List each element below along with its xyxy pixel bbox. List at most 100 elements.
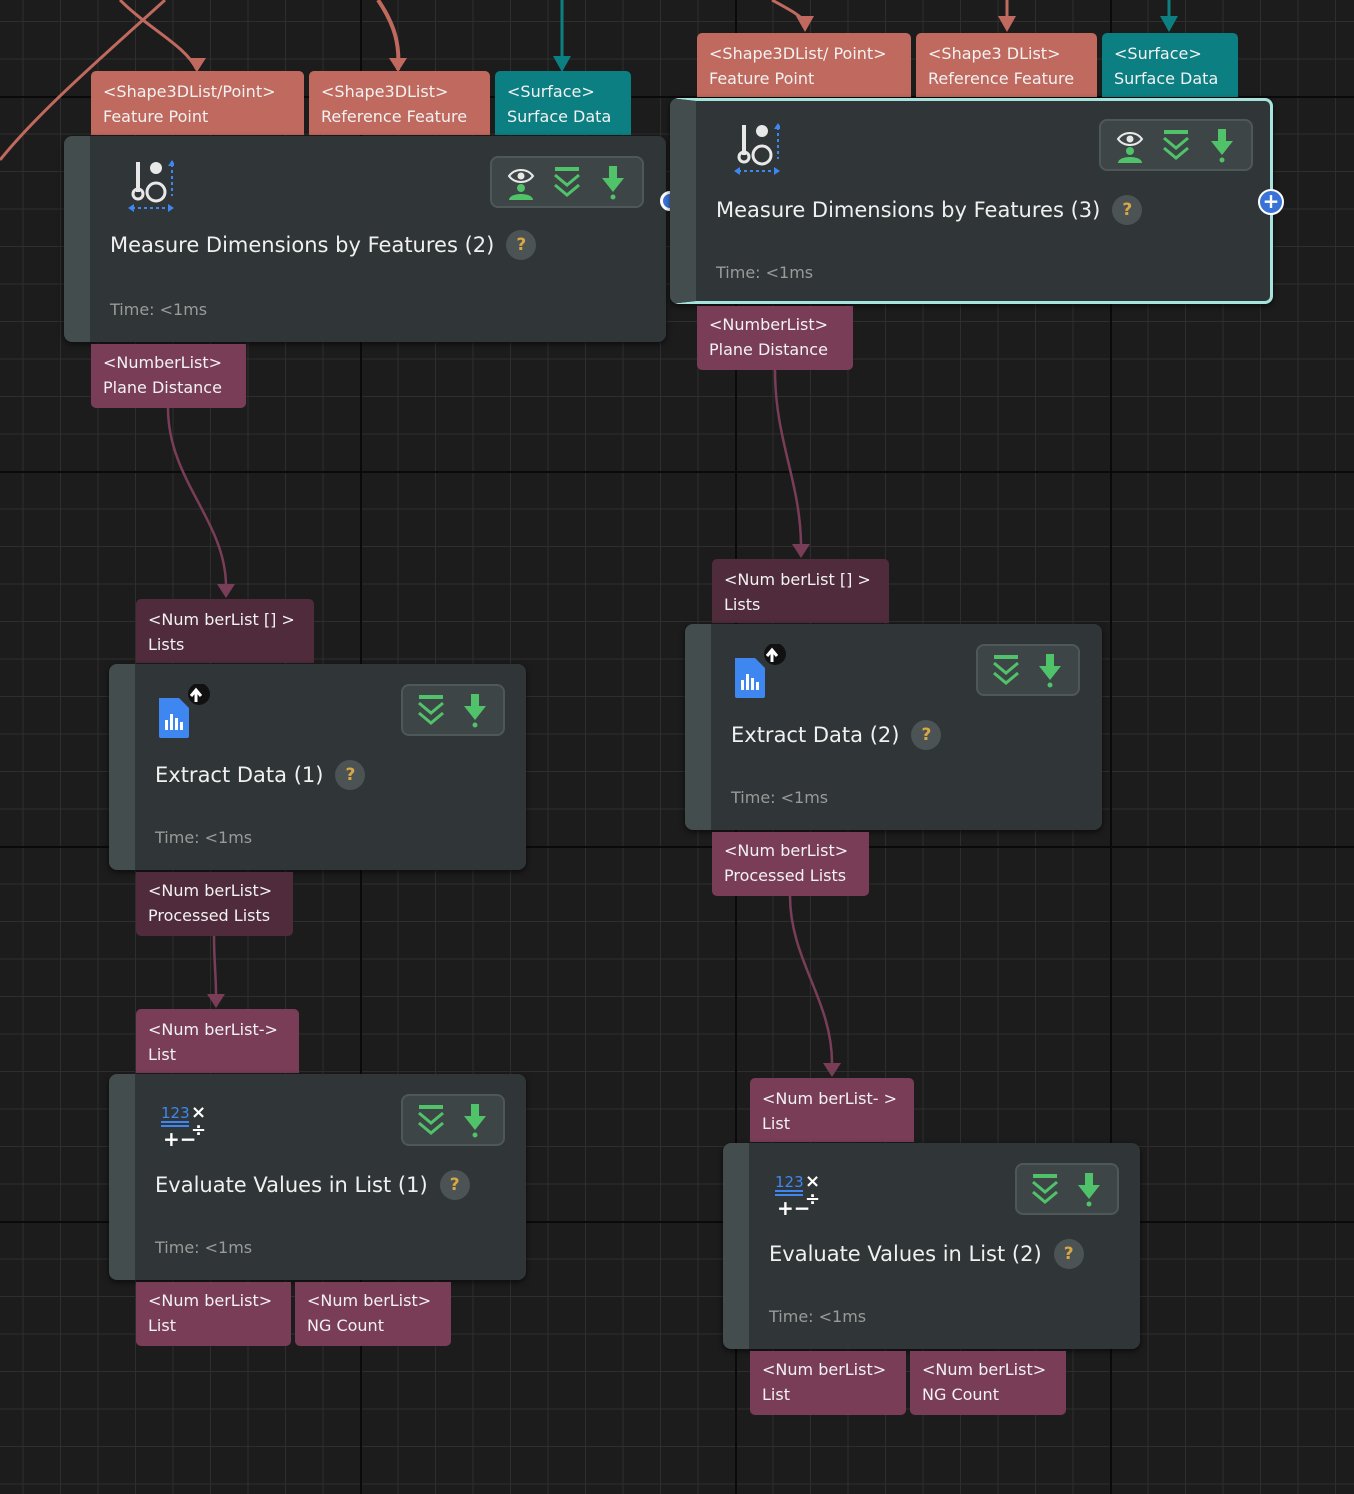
port-name: List bbox=[762, 1385, 790, 1404]
port-type: <Num berList> bbox=[307, 1291, 432, 1310]
measure2-input-surface-data[interactable]: <Surface> Surface Data bbox=[495, 71, 631, 135]
port-type: <Shape3 DList> bbox=[928, 44, 1061, 63]
port-name: Surface Data bbox=[507, 107, 612, 126]
node-toolbar bbox=[1015, 1163, 1119, 1215]
node-toolbar bbox=[401, 684, 505, 736]
node-toolbar bbox=[401, 1094, 505, 1146]
measure2-output-plane-distance[interactable]: <NumberList> Plane Distance bbox=[91, 344, 246, 408]
measure3-input-reference-feature[interactable]: <Shape3 DList> Reference Feature bbox=[916, 33, 1097, 97]
port-name: List bbox=[762, 1114, 790, 1133]
help-icon[interactable]: ? bbox=[1053, 1239, 1084, 1269]
node-extract-data-2[interactable]: Extract Data (2) ? Time: <1ms bbox=[685, 624, 1102, 830]
node-measure-dimensions-2[interactable]: Measure Dimensions by Features (2) ? Tim… bbox=[64, 136, 666, 342]
node-title-row: Evaluate Values in List (2) ? bbox=[769, 1239, 1084, 1269]
extract2-output-processed-lists[interactable]: <Num berList> Processed Lists bbox=[712, 832, 869, 896]
svg-text:123: 123 bbox=[775, 1173, 804, 1191]
node-time: Time: <1ms bbox=[716, 263, 814, 282]
execute-down-icon[interactable] bbox=[455, 690, 495, 730]
port-type: <Shape3DList> bbox=[321, 82, 449, 101]
port-name: Surface Data bbox=[1114, 69, 1219, 88]
port-type: <NumberList> bbox=[709, 315, 829, 334]
help-icon[interactable]: ? bbox=[439, 1170, 470, 1200]
evaluate2-input-list[interactable]: <Num berList- > List bbox=[750, 1078, 914, 1142]
port-type: <NumberList> bbox=[103, 353, 223, 372]
evaluate1-input-list[interactable]: <Num berList-> List bbox=[136, 1009, 299, 1073]
execute-down-icon[interactable] bbox=[1202, 125, 1242, 165]
evaluate1-output-list[interactable]: <Num berList> List bbox=[136, 1282, 291, 1346]
node-time: Time: <1ms bbox=[110, 300, 208, 319]
collapse-ports-icon[interactable] bbox=[547, 162, 587, 202]
evaluate2-output-ng-count[interactable]: <Num berList> NG Count bbox=[910, 1351, 1066, 1415]
execute-down-icon[interactable] bbox=[593, 162, 633, 202]
node-title: Measure Dimensions by Features (3) bbox=[716, 198, 1101, 222]
node-title-row: Evaluate Values in List (1) ? bbox=[155, 1170, 470, 1200]
port-type: <Shape3DList/Point> bbox=[103, 82, 276, 101]
port-name: Processed Lists bbox=[148, 906, 271, 925]
execute-down-icon[interactable] bbox=[455, 1100, 495, 1140]
measure3-input-surface-data[interactable]: <Surface> Surface Data bbox=[1102, 33, 1238, 97]
port-name: Lists bbox=[724, 595, 761, 614]
extract1-output-processed-lists[interactable]: <Num berList> Processed Lists bbox=[136, 872, 293, 936]
visualize-output-icon[interactable] bbox=[501, 162, 541, 202]
port-name: Plane Distance bbox=[103, 378, 222, 397]
collapse-ports-icon[interactable] bbox=[1025, 1169, 1065, 1209]
evaluate-values-icon: 123 +− × ÷ bbox=[161, 1102, 206, 1151]
extract-data-icon bbox=[735, 644, 786, 698]
evaluate2-output-list[interactable]: <Num berList> List bbox=[750, 1351, 906, 1415]
node-toolbar bbox=[490, 156, 644, 208]
execute-down-icon[interactable] bbox=[1069, 1169, 1109, 1209]
port-type: <Num berList [] > bbox=[148, 610, 295, 629]
port-name: Feature Point bbox=[709, 69, 815, 88]
measure3-input-feature-point[interactable]: <Shape3DList/ Point> Feature Point bbox=[697, 33, 911, 97]
node-evaluate-values-2[interactable]: 123 +− × ÷ Evaluate Values in List (2) ?… bbox=[723, 1143, 1140, 1349]
measure-dimensions-icon bbox=[128, 160, 174, 212]
port-name: Processed Lists bbox=[724, 866, 847, 885]
port-type: <Num berList-> bbox=[148, 1020, 278, 1039]
svg-text:123: 123 bbox=[161, 1104, 190, 1122]
port-type: <Num berList> bbox=[148, 881, 273, 900]
port-type: <Surface> bbox=[1114, 44, 1202, 63]
collapse-ports-icon[interactable] bbox=[411, 1100, 451, 1140]
extract-data-icon bbox=[159, 684, 210, 738]
help-icon[interactable]: ? bbox=[506, 230, 537, 260]
node-time: Time: <1ms bbox=[731, 788, 829, 807]
node-extract-data-1[interactable]: Extract Data (1) ? Time: <1ms bbox=[109, 664, 526, 870]
node-title: Extract Data (1) bbox=[155, 763, 324, 787]
svg-text:÷: ÷ bbox=[191, 1120, 206, 1141]
help-icon[interactable]: ? bbox=[1112, 195, 1143, 225]
node-evaluate-values-1[interactable]: 123 +− × ÷ Evaluate Values in List (1) ?… bbox=[109, 1074, 526, 1280]
node-time: Time: <1ms bbox=[155, 828, 253, 847]
measure2-input-reference-feature[interactable]: <Shape3DList> Reference Feature bbox=[309, 71, 490, 135]
measure2-input-feature-point[interactable]: <Shape3DList/Point> Feature Point bbox=[91, 71, 304, 135]
collapse-ports-icon[interactable] bbox=[986, 650, 1026, 690]
port-type: <Num berList> bbox=[762, 1360, 887, 1379]
node-measure-dimensions-3[interactable]: Measure Dimensions by Features (3) ? Tim… bbox=[670, 98, 1273, 304]
wire-plane-distance-to-lists bbox=[166, 407, 228, 586]
measure-dimensions-icon bbox=[734, 123, 780, 175]
port-name: Reference Feature bbox=[321, 107, 468, 126]
node-toolbar bbox=[976, 644, 1080, 696]
node-title-row: Measure Dimensions by Features (2) ? bbox=[110, 230, 537, 260]
port-name: NG Count bbox=[307, 1316, 384, 1335]
node-title-row: Measure Dimensions by Features (3) ? bbox=[716, 195, 1143, 225]
measure3-output-plane-distance[interactable]: <NumberList> Plane Distance bbox=[697, 306, 853, 370]
execute-down-icon[interactable] bbox=[1030, 650, 1070, 690]
wire-feature-point-in bbox=[118, 0, 199, 71]
evaluate1-output-ng-count[interactable]: <Num berList> NG Count bbox=[295, 1282, 451, 1346]
help-icon[interactable]: ? bbox=[335, 760, 366, 790]
node-title: Evaluate Values in List (2) bbox=[769, 1242, 1042, 1266]
node-toolbar bbox=[1099, 119, 1253, 171]
collapse-ports-icon[interactable] bbox=[1156, 125, 1196, 165]
port-name: List bbox=[148, 1316, 176, 1335]
node-title-row: Extract Data (2) ? bbox=[731, 720, 942, 750]
help-icon[interactable]: ? bbox=[911, 720, 942, 750]
node-title: Measure Dimensions by Features (2) bbox=[110, 233, 495, 257]
extract1-input-lists[interactable]: <Num berList [] > Lists bbox=[136, 599, 314, 663]
collapse-ports-icon[interactable] bbox=[411, 690, 451, 730]
extract2-input-lists[interactable]: <Num berList [] > Lists bbox=[712, 559, 889, 623]
port-name: List bbox=[148, 1045, 176, 1064]
evaluate-values-icon: 123 +− × ÷ bbox=[775, 1171, 820, 1220]
port-type: <Num berList [] > bbox=[724, 570, 871, 589]
visualize-output-icon[interactable] bbox=[1110, 125, 1150, 165]
add-output-icon[interactable]: + bbox=[1258, 189, 1284, 215]
